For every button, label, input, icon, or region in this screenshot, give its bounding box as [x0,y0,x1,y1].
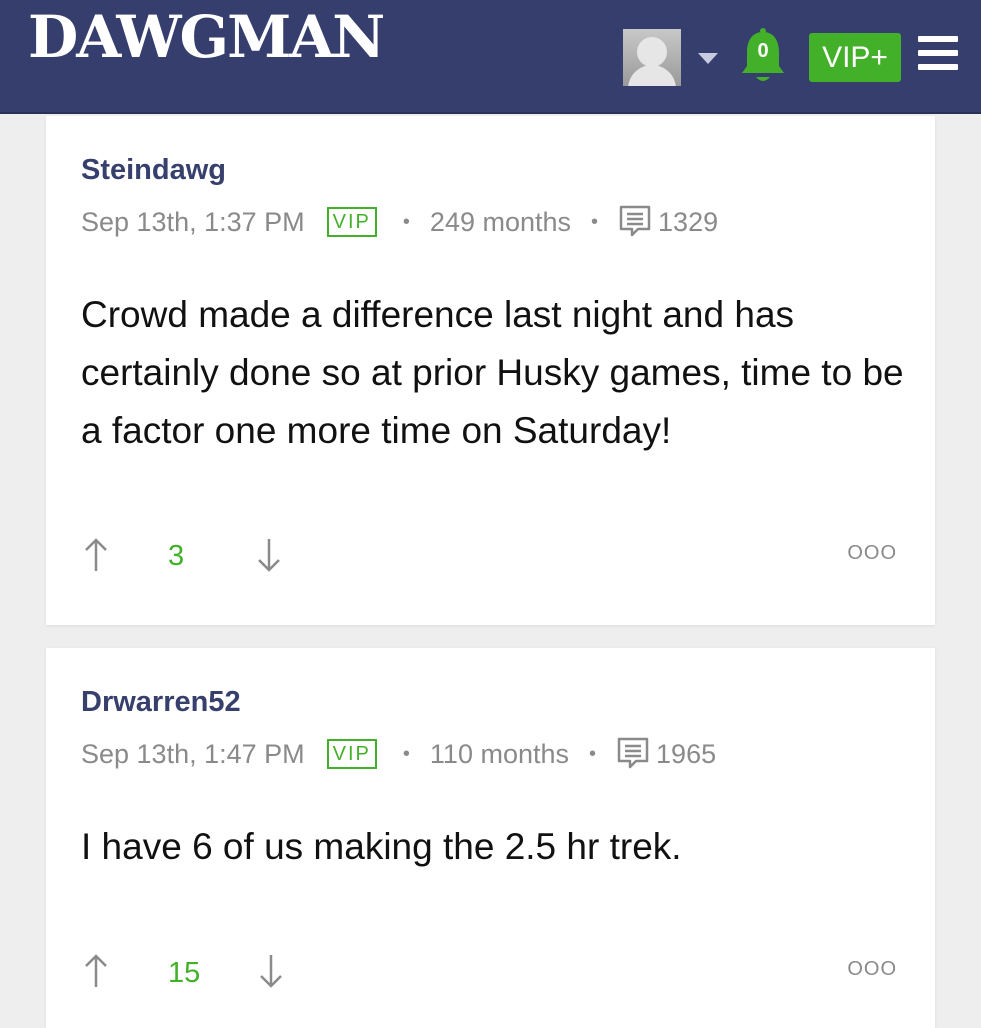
site-logo[interactable]: DAWGMAN [28,4,385,70]
comment-icon [617,737,649,769]
comment-meta: Sep 13th, 1:47 PM VIP • 110 months • 1965 [81,736,716,770]
comment-body: I have 6 of us making the 2.5 hr trek. [81,826,682,867]
comment-meta: Sep 13th, 1:37 PM VIP • 249 months • 1329 [81,204,718,238]
separator-dot: • [402,211,410,233]
downvote-arrow-icon[interactable] [258,954,284,988]
comment-card: Steindawg Sep 13th, 1:37 PM VIP • 249 month… [46,116,935,625]
separator-dot: • [591,211,599,233]
top-navbar: DAWGMAN 0 VIP+ [0,0,981,114]
more-options-icon[interactable]: OOO [847,542,897,565]
downvote-arrow-icon[interactable] [256,538,282,572]
comment-body: Crowd made a difference last night and h… [81,294,904,451]
hamburger-menu-icon[interactable] [918,36,958,76]
vip-badge: VIP [326,207,377,237]
more-options-icon[interactable]: OOO [847,958,897,981]
separator-dot: • [402,743,410,765]
comment-card: Drwarren52 Sep 13th, 1:47 PM VIP • 110 mont… [46,648,935,1028]
vote-score: 15 [168,957,201,989]
comment-username[interactable]: Steindawg [81,154,226,187]
separator-dot: • [589,743,597,765]
vip-badge: VIP [326,739,377,769]
membership-duration: 110 months [429,739,570,769]
chevron-down-icon[interactable] [698,53,718,64]
notification-count: 0 [757,40,769,62]
post-count: 1965 [656,739,717,769]
vip-plus-button[interactable]: VIP+ [809,33,901,82]
upvote-arrow-icon[interactable] [83,954,109,988]
vote-score: 3 [168,540,185,572]
membership-duration: 249 months [429,207,572,237]
comment-date: Sep 13th, 1:37 PM [81,207,305,237]
comment-username[interactable]: Drwarren52 [81,686,241,719]
upvote-arrow-icon[interactable] [83,538,109,572]
comment-icon [619,205,651,237]
user-avatar[interactable] [623,29,681,86]
comment-date: Sep 13th, 1:47 PM [81,739,305,769]
post-count: 1329 [658,207,719,237]
